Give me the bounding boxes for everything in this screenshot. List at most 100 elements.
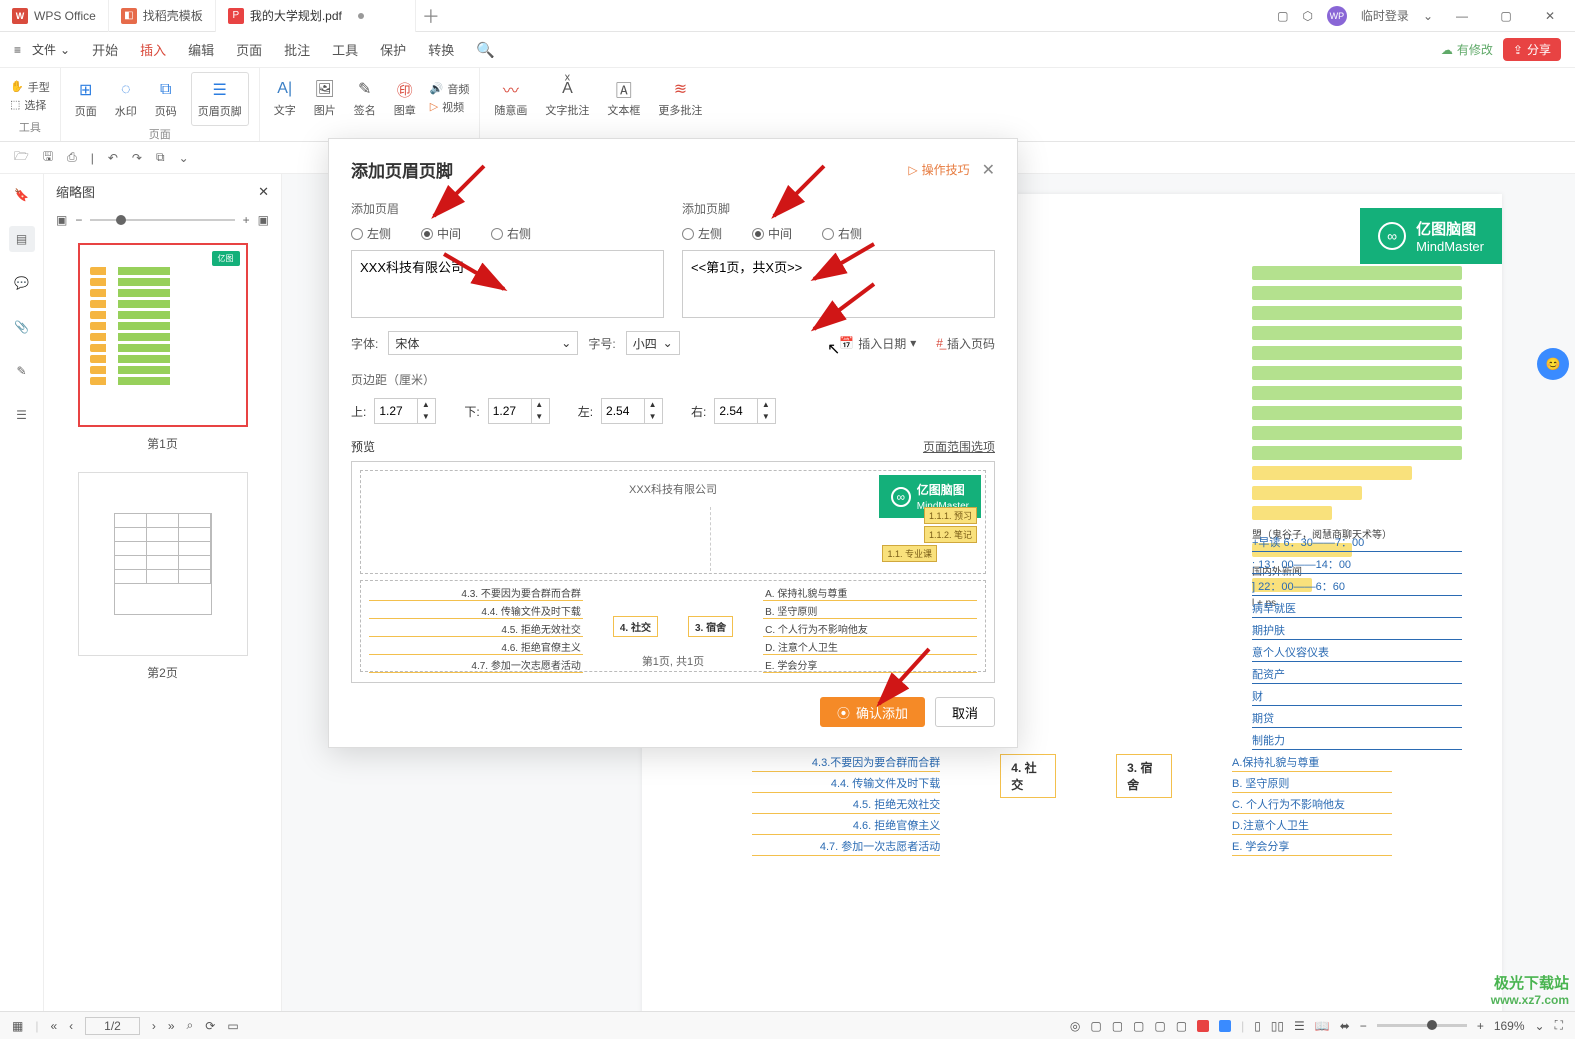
find-icon[interactable]: ⌕ xyxy=(187,1018,194,1033)
margin-top-input[interactable]: ▲▼ xyxy=(374,398,436,424)
view1-icon[interactable]: ◎ xyxy=(1070,1019,1080,1033)
footer-pos-left[interactable]: 左侧 xyxy=(682,225,722,242)
open-icon[interactable]: 🗁 xyxy=(14,147,29,168)
attachment-icon[interactable]: 📎 xyxy=(9,314,35,340)
zoom-slider[interactable] xyxy=(1377,1024,1467,1027)
tab-wps[interactable]: W WPS Office xyxy=(0,0,109,32)
view3-icon[interactable]: ▢ xyxy=(1112,1019,1123,1033)
view2-icon[interactable]: ▢ xyxy=(1090,1019,1101,1033)
thumb-page-1[interactable]: 亿图 第1页 xyxy=(56,243,269,452)
cube-icon[interactable]: ⬡ xyxy=(1302,9,1312,23)
menu-convert[interactable]: 转换 xyxy=(428,40,454,59)
print-icon[interactable]: ⎙ xyxy=(67,150,77,165)
save-icon[interactable]: 🖫 xyxy=(43,147,53,168)
tips-link[interactable]: ▷操作技巧 xyxy=(908,161,969,178)
ribbon-video[interactable]: ▷视频 xyxy=(430,99,470,115)
menu-tools[interactable]: 工具 xyxy=(332,40,358,59)
ribbon-textbox[interactable]: 🄰文本框 xyxy=(603,76,644,120)
login-label[interactable]: 临时登录 xyxy=(1361,7,1409,24)
ribbon-freehand[interactable]: 〰随意画 xyxy=(490,76,531,120)
page-indicator[interactable]: 1/2 xyxy=(85,1017,140,1035)
size-select[interactable]: 小四⌄ xyxy=(626,331,680,355)
copy-icon[interactable]: ⧉ xyxy=(156,150,165,165)
ribbon-watermark[interactable]: ◌水印 xyxy=(111,77,141,121)
menu-start[interactable]: 开始 xyxy=(92,40,118,59)
refresh-icon[interactable]: ⟳ xyxy=(205,1019,215,1033)
margin-left-input[interactable]: ▲▼ xyxy=(601,398,663,424)
menu-page[interactable]: 页面 xyxy=(236,40,262,59)
minimize-button[interactable]: — xyxy=(1447,1,1477,31)
header-pos-right[interactable]: 右侧 xyxy=(491,225,531,242)
ribbon-stamp[interactable]: ㊞图章 xyxy=(390,76,420,120)
file-menu[interactable]: ≡ 文件 ⌄ xyxy=(14,41,70,58)
undo-icon[interactable]: ↶ xyxy=(108,151,118,165)
ribbon-image[interactable]: 🖼图片 xyxy=(310,76,340,120)
dialog-close-button[interactable]: ✕ xyxy=(982,160,995,180)
prev-page-button[interactable]: ‹ xyxy=(69,1019,73,1033)
view5-icon[interactable]: ▢ xyxy=(1154,1019,1165,1033)
layout-icon[interactable]: ▢ xyxy=(1277,9,1288,23)
zoom-value[interactable]: 169% xyxy=(1494,1019,1525,1033)
comment-icon[interactable]: 💬 xyxy=(9,270,35,296)
first-page-button[interactable]: « xyxy=(50,1019,57,1033)
grid-icon[interactable]: ▦ xyxy=(12,1019,23,1033)
thumb-zoom-slider[interactable] xyxy=(90,219,234,221)
edit-icon[interactable]: ✎ xyxy=(9,358,35,384)
tab-templates[interactable]: ◧ 找稻壳模板 xyxy=(109,0,216,32)
footer-pos-right[interactable]: 右侧 xyxy=(822,225,862,242)
zoom-in-icon[interactable]: ▣ xyxy=(258,213,269,227)
font-select[interactable]: 宋体⌄ xyxy=(388,331,578,355)
ribbon-more[interactable]: ≋更多批注 xyxy=(654,76,706,120)
layers-icon[interactable]: ☰ xyxy=(9,402,35,428)
chevron-down-icon[interactable]: ⌄ xyxy=(1423,9,1433,23)
twopage-icon[interactable]: ▯▯ xyxy=(1271,1019,1284,1033)
avatar[interactable]: WP xyxy=(1327,6,1347,26)
singlepage-icon[interactable]: ▯ xyxy=(1254,1019,1261,1033)
margin-bottom-input[interactable]: ▲▼ xyxy=(488,398,550,424)
select-tool[interactable]: ⬚选择 xyxy=(10,97,50,113)
last-page-button[interactable]: » xyxy=(168,1019,175,1033)
search-icon[interactable]: 🔍 xyxy=(476,41,495,59)
thumbnails-icon[interactable]: ▤ xyxy=(9,226,35,252)
continuous-icon[interactable]: ☰ xyxy=(1294,1019,1305,1033)
new-tab-button[interactable]: ＋ xyxy=(416,3,446,29)
chevron-down-icon[interactable]: ⌄ xyxy=(1535,1019,1545,1033)
insert-pageno-button[interactable]: #̲插入页码 xyxy=(936,335,995,352)
header-pos-left[interactable]: 左侧 xyxy=(351,225,391,242)
close-panel-icon[interactable]: ✕ xyxy=(258,184,269,200)
page-range-link[interactable]: 页面范围选项 xyxy=(923,438,995,455)
menu-annotate[interactable]: 批注 xyxy=(284,40,310,59)
ribbon-page[interactable]: ⊞页面 xyxy=(71,77,101,121)
footer-text-input[interactable] xyxy=(682,250,995,318)
footer-pos-center[interactable]: 中间 xyxy=(752,225,792,242)
ribbon-textnote[interactable]: Aͯ文字批注 xyxy=(541,76,593,120)
tab-pdf[interactable]: P 我的大学规划.pdf xyxy=(216,0,416,32)
thumb-page-2[interactable]: 第2页 xyxy=(56,472,269,681)
book-icon[interactable]: 📖 xyxy=(1315,1019,1330,1033)
bookmark-icon[interactable]: 🔖 xyxy=(9,182,35,208)
share-button[interactable]: ⇪分享 xyxy=(1503,38,1561,61)
assistant-icon[interactable]: 😊 xyxy=(1537,348,1569,380)
fitwidth-icon[interactable]: ⬌ xyxy=(1340,1019,1350,1033)
menu-insert[interactable]: 插入 xyxy=(140,40,166,59)
red-indicator-icon[interactable] xyxy=(1197,1020,1209,1032)
fit-icon[interactable]: ▭ xyxy=(227,1019,238,1033)
margin-right-input[interactable]: ▲▼ xyxy=(714,398,776,424)
ribbon-audio[interactable]: 🔊音频 xyxy=(430,81,470,97)
close-window-button[interactable]: ✕ xyxy=(1535,1,1565,31)
menu-protect[interactable]: 保护 xyxy=(380,40,406,59)
cancel-button[interactable]: 取消 xyxy=(935,697,995,727)
fullscreen-icon[interactable]: ⛶ xyxy=(1555,1018,1563,1033)
header-text-input[interactable] xyxy=(351,250,664,318)
ribbon-headerfooter[interactable]: ☰页眉页脚 xyxy=(191,72,249,126)
ribbon-pagenumber[interactable]: ⧉页码 xyxy=(151,77,181,121)
view6-icon[interactable]: ▢ xyxy=(1176,1019,1187,1033)
maximize-button[interactable]: ▢ xyxy=(1491,1,1521,31)
next-page-button[interactable]: › xyxy=(152,1019,156,1033)
ribbon-text[interactable]: A|文字 xyxy=(270,76,300,120)
blue-indicator-icon[interactable] xyxy=(1219,1020,1231,1032)
confirm-button[interactable]: ⦿确认添加 xyxy=(820,697,925,727)
chevron-down-icon[interactable]: ⌄ xyxy=(179,151,189,165)
header-pos-center[interactable]: 中间 xyxy=(421,225,461,242)
redo-icon[interactable]: ↷ xyxy=(132,151,142,165)
